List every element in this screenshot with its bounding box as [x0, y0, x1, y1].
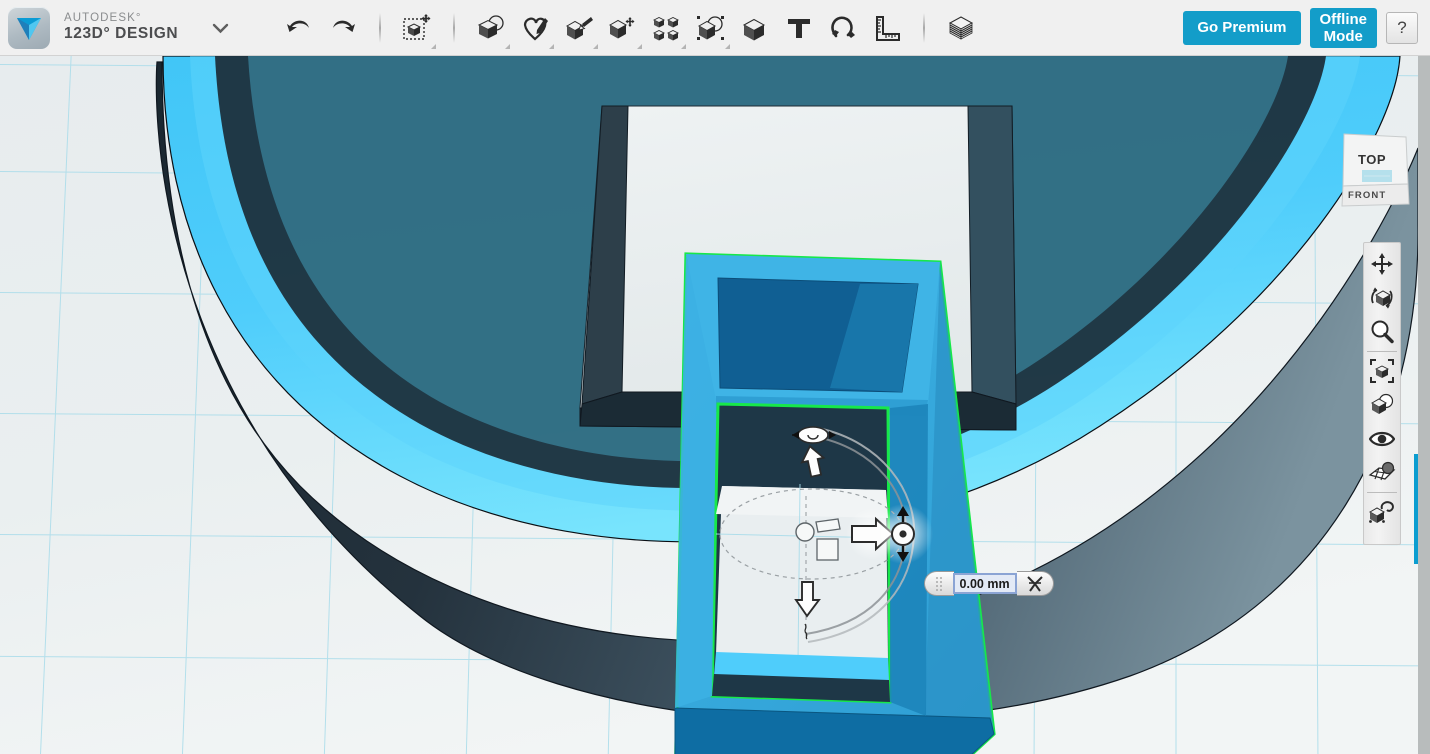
grip-dots [936, 577, 942, 591]
transform-cube-icon[interactable] [395, 6, 439, 50]
drag-grip-icon[interactable] [924, 571, 954, 596]
circle-handle-icon[interactable] [796, 523, 814, 541]
viewport-3d[interactable]: TOP FRONT [0, 56, 1430, 754]
redo-arrow-icon[interactable] [321, 6, 365, 50]
gizmo-measure-bar [924, 570, 1054, 597]
orbit-cube-icon[interactable] [1364, 281, 1400, 315]
materials-stack-icon[interactable] [939, 6, 983, 50]
axis-node-icon[interactable] [873, 504, 933, 564]
dropdown-triangle-icon [431, 44, 436, 49]
axis-tail-icon [805, 624, 807, 639]
dropdown-triangle-icon [593, 44, 598, 49]
measure-ruler-icon[interactable] [865, 6, 909, 50]
pattern-grid-icon[interactable] [645, 6, 689, 50]
offline-mode-button[interactable]: Offline Mode [1310, 8, 1378, 48]
navigation-toolbar [1363, 242, 1401, 545]
dropdown-triangle-icon [681, 44, 686, 49]
primitives-cube-icon[interactable] [469, 6, 513, 50]
undo-arrow-icon[interactable] [277, 6, 321, 50]
pan-arrows-icon[interactable] [1364, 247, 1400, 281]
sketch-pen-icon[interactable] [513, 6, 557, 50]
navbar-divider [1367, 492, 1397, 493]
modify-cube-icon[interactable] [601, 6, 645, 50]
rotate-eye-icon[interactable] [792, 427, 836, 443]
text-t-icon[interactable] [777, 6, 821, 50]
view-cube[interactable]: TOP FRONT [1336, 128, 1416, 210]
gizmo-handles[interactable] [0, 56, 1430, 754]
grid-sphere-icon[interactable] [1364, 456, 1400, 490]
go-premium-button[interactable]: Go Premium [1183, 11, 1300, 45]
help-button[interactable]: ? [1386, 12, 1418, 44]
app-root: AUTODESK° 123D° DESIGN [0, 0, 1430, 754]
brand-text: AUTODESK° 123D° DESIGN [64, 12, 178, 42]
construct-cube-icon[interactable] [557, 6, 601, 50]
autodesk-123d-logo-icon [8, 7, 50, 49]
combine-cube-icon[interactable] [733, 6, 777, 50]
smart-scale-icon[interactable] [1364, 495, 1400, 529]
toolbar-separator [453, 13, 455, 43]
view-cube-front-label[interactable]: FRONT [1348, 190, 1386, 201]
parallelogram-handle-icon[interactable] [816, 519, 840, 532]
grouping-cube-icon[interactable] [689, 6, 733, 50]
top-right-buttons: Go Premium Offline Mode ? [1183, 8, 1430, 48]
viewport-edge-strip [1418, 56, 1430, 754]
view-cube-top-label[interactable]: TOP [1358, 152, 1386, 167]
dropdown-triangle-icon [549, 44, 554, 49]
navbar-divider [1367, 351, 1397, 352]
fit-to-window-icon[interactable] [1364, 354, 1400, 388]
arrow-down-icon[interactable] [796, 582, 819, 616]
eye-icon[interactable] [1364, 422, 1400, 456]
view-style-cube-icon[interactable] [1364, 388, 1400, 422]
dropdown-triangle-icon [505, 44, 510, 49]
snap-to-icon[interactable] [1017, 571, 1054, 596]
dropdown-triangle-icon [725, 44, 730, 49]
brand-top-label: AUTODESK° [64, 12, 178, 25]
top-toolbar: AUTODESK° 123D° DESIGN [0, 0, 1430, 56]
dropdown-triangle-icon [637, 44, 642, 49]
snap-magnet-icon[interactable] [821, 6, 865, 50]
measure-input[interactable] [953, 573, 1017, 594]
tool-buttons [277, 6, 983, 50]
toolbar-separator [379, 13, 381, 43]
chevron-down-icon[interactable] [212, 21, 229, 39]
toolbar-separator [923, 13, 925, 43]
magnifier-icon[interactable] [1364, 315, 1400, 349]
brand-area[interactable]: AUTODESK° 123D° DESIGN [0, 7, 229, 49]
square-handle-icon[interactable] [817, 539, 838, 560]
brand-bottom-label: 123D° DESIGN [64, 25, 178, 42]
arrow-up-icon[interactable] [799, 444, 827, 478]
